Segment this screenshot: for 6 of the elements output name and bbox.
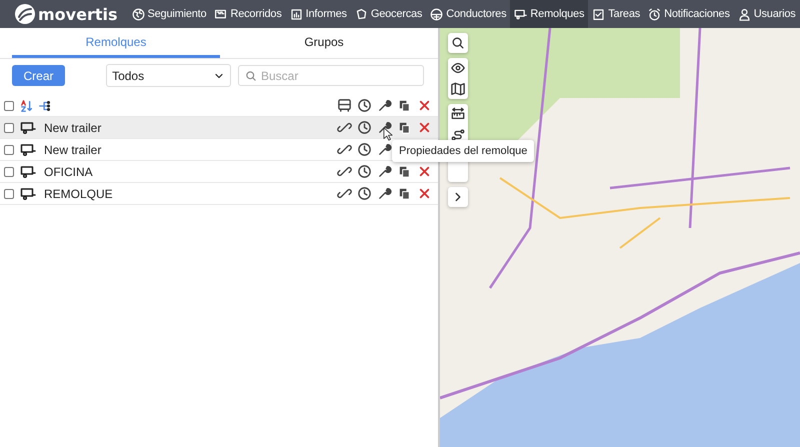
trailer-name: New trailer bbox=[44, 142, 102, 156]
trailer-name: OFICINA bbox=[44, 164, 93, 178]
trailer-name: New trailer bbox=[44, 120, 102, 134]
logo-text: movertis bbox=[38, 4, 118, 24]
tooltip: Propiedades del remolque bbox=[392, 140, 534, 162]
trailer-name: REMOLQUE bbox=[44, 186, 113, 200]
